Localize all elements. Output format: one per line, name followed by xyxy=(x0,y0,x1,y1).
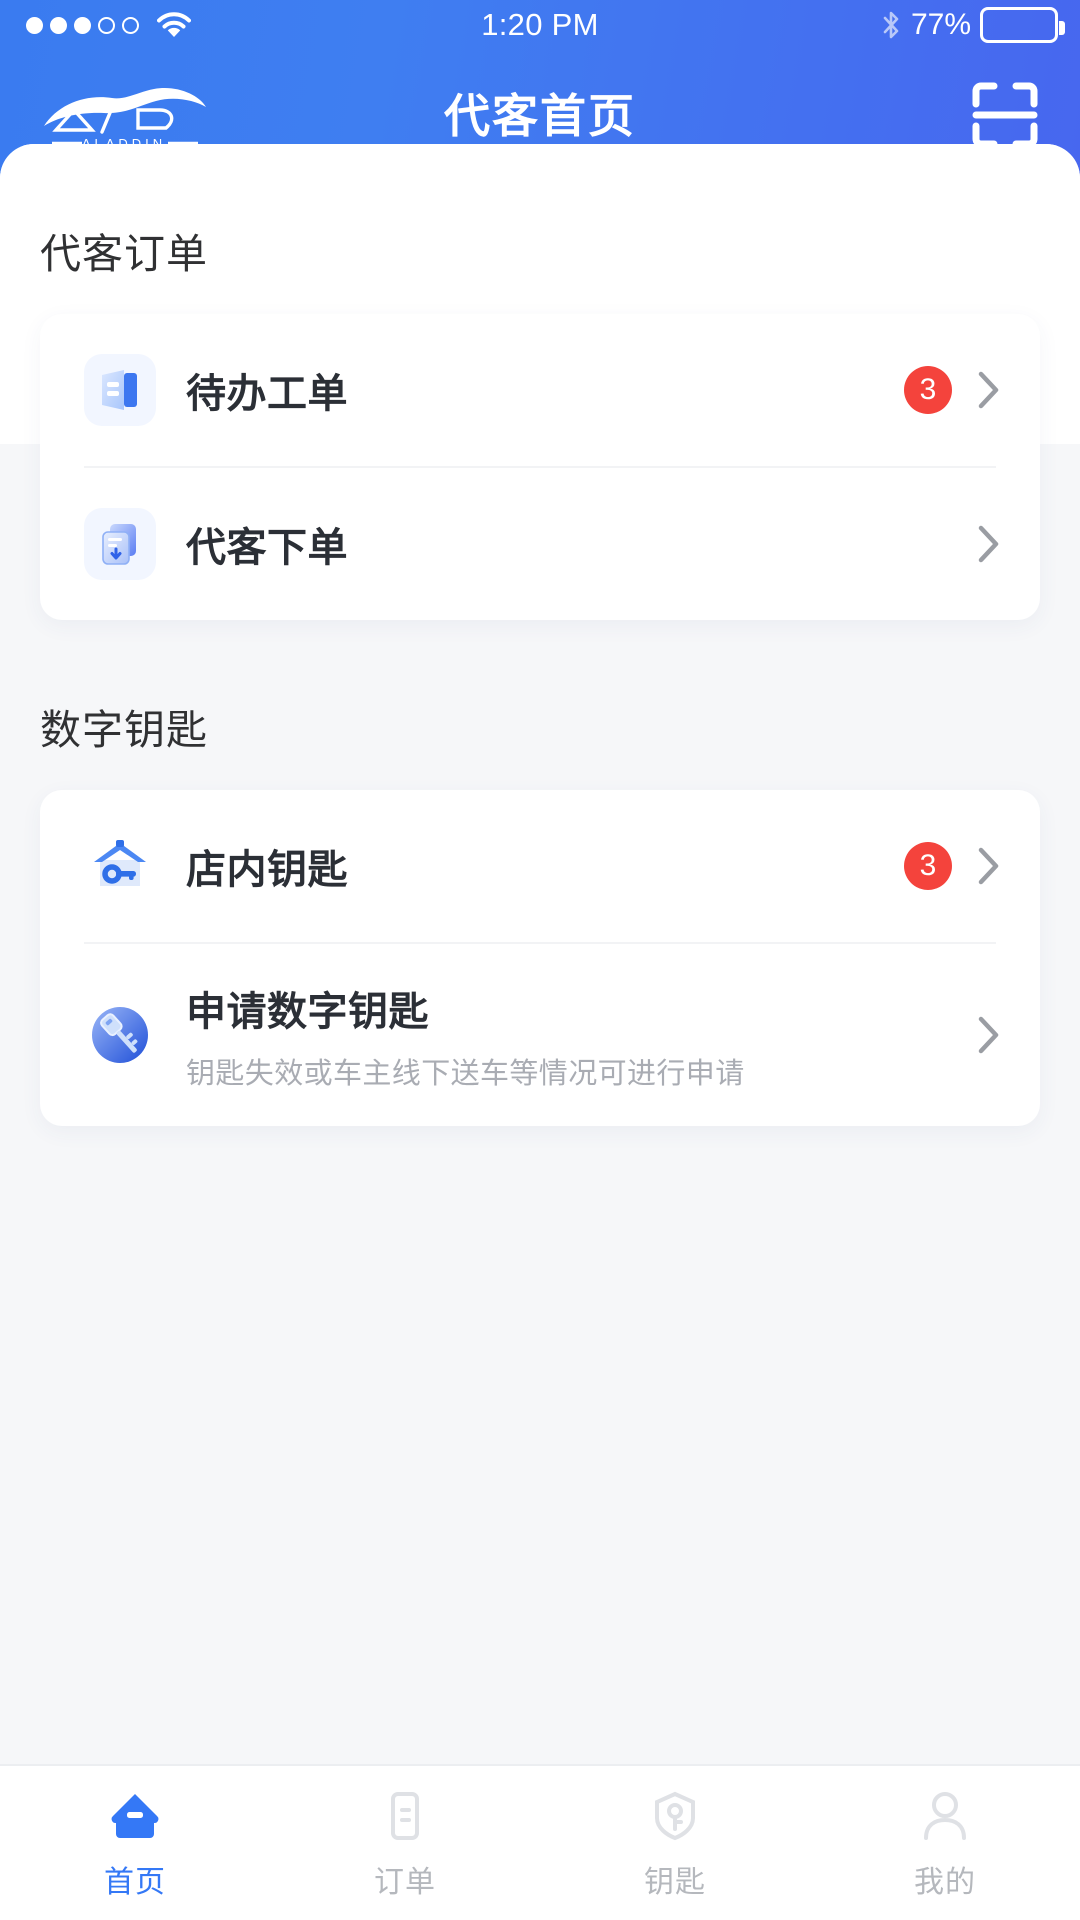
status-badge: 3 xyxy=(904,366,952,414)
bluetooth-icon xyxy=(880,10,902,40)
card-digital-key: 店内钥匙 3 申请数字钥匙 钥匙失效或车主线下送车等情况可进行申请 xyxy=(40,790,1040,1126)
order-icon xyxy=(376,1787,434,1845)
store-key-icon xyxy=(84,830,156,902)
row-apply-digital-key[interactable]: 申请数字钥匙 钥匙失效或车主线下送车等情况可进行申请 xyxy=(40,944,1040,1126)
row-todo-work-order[interactable]: 待办工单 3 xyxy=(40,314,1040,466)
tab-home[interactable]: 首页 xyxy=(0,1766,270,1920)
apply-key-icon xyxy=(84,999,156,1071)
status-bar: 1:20 PM 77% xyxy=(0,0,1080,50)
row-title: 代客下单 xyxy=(186,526,348,570)
row-place-order[interactable]: 代客下单 xyxy=(40,468,1040,620)
row-texts: 店内钥匙 xyxy=(186,837,904,895)
section-title-digital-key: 数字钥匙 xyxy=(40,707,208,753)
todo-work-order-icon xyxy=(84,354,156,426)
home-icon xyxy=(106,1787,164,1845)
person-icon xyxy=(916,1787,974,1845)
bottom-tab-bar: 首页 订单 钥匙 我的 xyxy=(0,1764,1080,1920)
row-title: 申请数字钥匙 xyxy=(186,989,429,1034)
tab-label: 订单 xyxy=(374,1866,436,1899)
chevron-right-icon xyxy=(978,1016,1000,1054)
tab-label: 钥匙 xyxy=(644,1866,706,1899)
content-sheet: 代客订单 待办工单 3 代客下单 数字钥匙 店内钥匙 3 申请数字钥匙 钥匙失效… xyxy=(0,144,1080,1920)
section-title-orders: 代客订单 xyxy=(40,231,208,277)
key-shield-icon xyxy=(646,1787,704,1845)
row-title: 待办工单 xyxy=(186,372,348,416)
chevron-right-icon xyxy=(978,371,1000,409)
row-texts: 代客下单 xyxy=(186,515,978,573)
row-store-key[interactable]: 店内钥匙 3 xyxy=(40,790,1040,942)
chevron-right-icon xyxy=(978,847,1000,885)
scroll-container[interactable]: 代客订单 待办工单 3 代客下单 数字钥匙 店内钥匙 3 申请数字钥匙 钥匙失效… xyxy=(0,144,1080,1920)
tab-profile[interactable]: 我的 xyxy=(810,1766,1080,1920)
place-order-icon xyxy=(84,508,156,580)
app-root: 1:20 PM 77% 代客首页 代客订单 待办工单 3 代客下单 数字钥匙 店… xyxy=(0,0,1080,1920)
row-texts: 待办工单 xyxy=(186,361,904,419)
status-bar-right: 77% xyxy=(880,0,1065,50)
tab-keys[interactable]: 钥匙 xyxy=(540,1766,810,1920)
row-subtitle: 钥匙失效或车主线下送车等情况可进行申请 xyxy=(186,1057,745,1090)
card-orders: 待办工单 3 代客下单 xyxy=(40,314,1040,620)
row-texts: 申请数字钥匙 钥匙失效或车主线下送车等情况可进行申请 xyxy=(186,979,978,1092)
status-badge: 3 xyxy=(904,842,952,890)
row-title: 店内钥匙 xyxy=(186,848,348,892)
scan-icon[interactable] xyxy=(970,80,1040,150)
chevron-right-icon xyxy=(978,525,1000,563)
tab-label: 首页 xyxy=(104,1866,166,1899)
tab-label: 我的 xyxy=(914,1866,976,1899)
battery-icon xyxy=(980,7,1065,43)
battery-percent-label: 77% xyxy=(910,8,971,41)
tab-orders[interactable]: 订单 xyxy=(270,1766,540,1920)
